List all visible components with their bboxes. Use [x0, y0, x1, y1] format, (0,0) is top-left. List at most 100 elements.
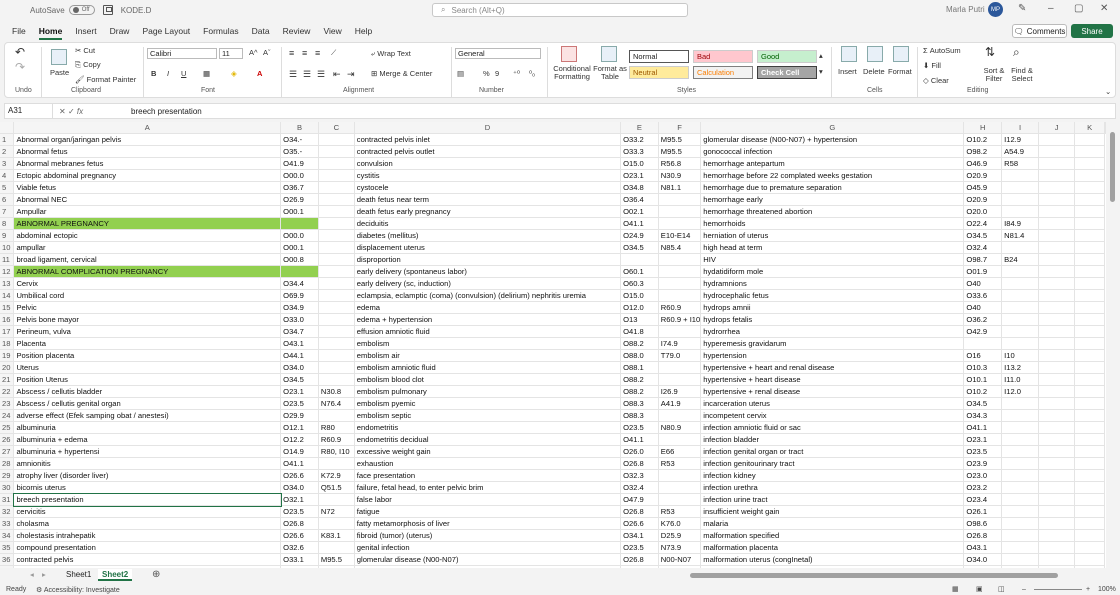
cell-D9[interactable]: diabetes (mellitus): [354, 229, 622, 243]
row-header[interactable]: 12: [0, 265, 15, 279]
cell-G8[interactable]: hemorrhoids: [700, 217, 965, 231]
cell-I27[interactable]: [1001, 445, 1040, 459]
cell-table[interactable]: ABCDEFGHIJK 1 Abnormal organ/jaringan pel…: [0, 122, 1106, 568]
cell-C5[interactable]: [318, 181, 355, 195]
increase-decimal-icon[interactable]: ⁺⁰: [513, 69, 520, 78]
cell-I9[interactable]: N81.4: [1001, 229, 1040, 243]
cell-K5[interactable]: [1074, 181, 1105, 195]
cell-F32[interactable]: R53: [658, 505, 702, 519]
cell-A36[interactable]: contracted pelvis: [13, 553, 282, 567]
cell-G29[interactable]: infection kidney: [700, 469, 965, 483]
cell-A6[interactable]: Abnormal NEC: [13, 193, 282, 207]
cell-K12[interactable]: [1074, 265, 1105, 279]
cell-B31[interactable]: O32.1: [280, 493, 319, 507]
row-header[interactable]: 32: [0, 505, 15, 519]
cell-G33[interactable]: malaria: [700, 517, 965, 531]
style-neutral[interactable]: Neutral: [629, 66, 689, 79]
avatar[interactable]: MP: [988, 2, 1003, 17]
comments-button[interactable]: 🗨 Comments: [1012, 24, 1067, 38]
cell-A32[interactable]: cervicitis: [13, 505, 282, 519]
cell-I32[interactable]: [1001, 505, 1040, 519]
cell-A5[interactable]: Viable fetus: [13, 181, 282, 195]
column-header-C[interactable]: C: [318, 122, 355, 135]
cell-B14[interactable]: O69.9: [280, 289, 319, 303]
cell-D1[interactable]: contracted pelvis inlet: [354, 133, 622, 147]
cell-F22[interactable]: I26.9: [658, 385, 702, 399]
cell-D24[interactable]: embolism septic: [354, 409, 622, 423]
cell-A9[interactable]: abdominal ectopic: [13, 229, 282, 243]
cell-K4[interactable]: [1074, 169, 1105, 183]
cell-J26[interactable]: [1038, 433, 1076, 447]
paste-icon[interactable]: [51, 49, 67, 65]
cell-B8[interactable]: [280, 217, 319, 231]
cell-I10[interactable]: [1001, 241, 1040, 255]
cell-J19[interactable]: [1038, 349, 1076, 363]
cell-G24[interactable]: incompetent cervix: [700, 409, 965, 423]
cell-G6[interactable]: hemorrhage early: [700, 193, 965, 207]
cell-K7[interactable]: [1074, 205, 1105, 219]
cell-E7[interactable]: O02.1: [620, 205, 659, 219]
cell-C16[interactable]: [318, 313, 355, 327]
cell-A2[interactable]: Abnormal fetus: [13, 145, 282, 159]
cell-C12[interactable]: [318, 265, 355, 279]
cut-button[interactable]: ✂ Cut: [75, 46, 95, 55]
cell-A16[interactable]: Pelvis bone mayor: [13, 313, 282, 327]
cell-I22[interactable]: I12.0: [1001, 385, 1040, 399]
paste-button[interactable]: Paste: [50, 68, 69, 77]
cell-A18[interactable]: Placenta: [13, 337, 282, 351]
cell-B24[interactable]: O29.9: [280, 409, 319, 423]
row-header[interactable]: 3: [0, 157, 15, 171]
cell-G1[interactable]: glomerular disease (N00-N07) + hypertens…: [700, 133, 965, 147]
cell-I16[interactable]: [1001, 313, 1040, 327]
autosum-button[interactable]: Σ AutoSum: [923, 46, 961, 55]
cell-H16[interactable]: O36.2: [963, 313, 1003, 327]
cell-K3[interactable]: [1074, 157, 1105, 171]
cell-F2[interactable]: M95.5: [658, 145, 702, 159]
cell-J15[interactable]: [1038, 301, 1076, 315]
cell-H27[interactable]: O23.5: [963, 445, 1003, 459]
cell-J33[interactable]: [1038, 517, 1076, 531]
cell-A21[interactable]: Position Uterus: [13, 373, 282, 387]
cell-F18[interactable]: I74.9: [658, 337, 702, 351]
cell-C15[interactable]: [318, 301, 355, 315]
cell-B32[interactable]: O23.5: [280, 505, 319, 519]
shrink-font-button[interactable]: Aˇ: [263, 48, 271, 57]
close-icon[interactable]: ✕: [1100, 3, 1108, 14]
cell-J4[interactable]: [1038, 169, 1076, 183]
redo-icon[interactable]: ↷: [15, 60, 25, 74]
cell-I21[interactable]: I11.0: [1001, 373, 1040, 387]
row-header[interactable]: 19: [0, 349, 15, 363]
spreadsheet-grid[interactable]: ABCDEFGHIJK 1 Abnormal organ/jaringan pel…: [0, 122, 1106, 568]
formula-input[interactable]: breech presentation: [125, 107, 202, 116]
cell-E10[interactable]: O34.5: [620, 241, 659, 255]
cell-E35[interactable]: O23.5: [620, 541, 659, 555]
cell-H14[interactable]: O33.6: [963, 289, 1003, 303]
bold-button[interactable]: B: [151, 69, 156, 78]
cell-H5[interactable]: O45.9: [963, 181, 1003, 195]
cell-C21[interactable]: [318, 373, 355, 387]
style-check-cell[interactable]: Check Cell: [757, 66, 817, 79]
cell-D27[interactable]: excessive weight gain: [354, 445, 622, 459]
insert-cells-icon[interactable]: [841, 46, 857, 62]
cell-F25[interactable]: N80.9: [658, 421, 702, 435]
cell-F6[interactable]: [658, 193, 702, 207]
cell-H19[interactable]: O16: [963, 349, 1003, 363]
cell-E36[interactable]: O26.8: [620, 553, 659, 567]
cell-C9[interactable]: [318, 229, 355, 243]
cell-E9[interactable]: O24.9: [620, 229, 659, 243]
cell-B2[interactable]: O35.-: [280, 145, 319, 159]
cell-F17[interactable]: [658, 325, 702, 339]
row-header[interactable]: 16: [0, 313, 15, 327]
cell-H1[interactable]: O10.2: [963, 133, 1003, 147]
align-center-icon[interactable]: ☰: [303, 69, 311, 80]
row-header[interactable]: 35: [0, 541, 15, 555]
row-header[interactable]: 13: [0, 277, 15, 291]
cell-C34[interactable]: K83.1: [318, 529, 355, 543]
cell-G36[interactable]: malformation uterus (congInetal): [700, 553, 965, 567]
page-layout-icon[interactable]: ▣: [976, 585, 983, 593]
cell-H10[interactable]: O32.4: [963, 241, 1003, 255]
row-header[interactable]: 4: [0, 169, 15, 183]
column-header-F[interactable]: F: [658, 122, 702, 135]
cell-I4[interactable]: [1001, 169, 1040, 183]
cell-D35[interactable]: genital infection: [354, 541, 622, 555]
